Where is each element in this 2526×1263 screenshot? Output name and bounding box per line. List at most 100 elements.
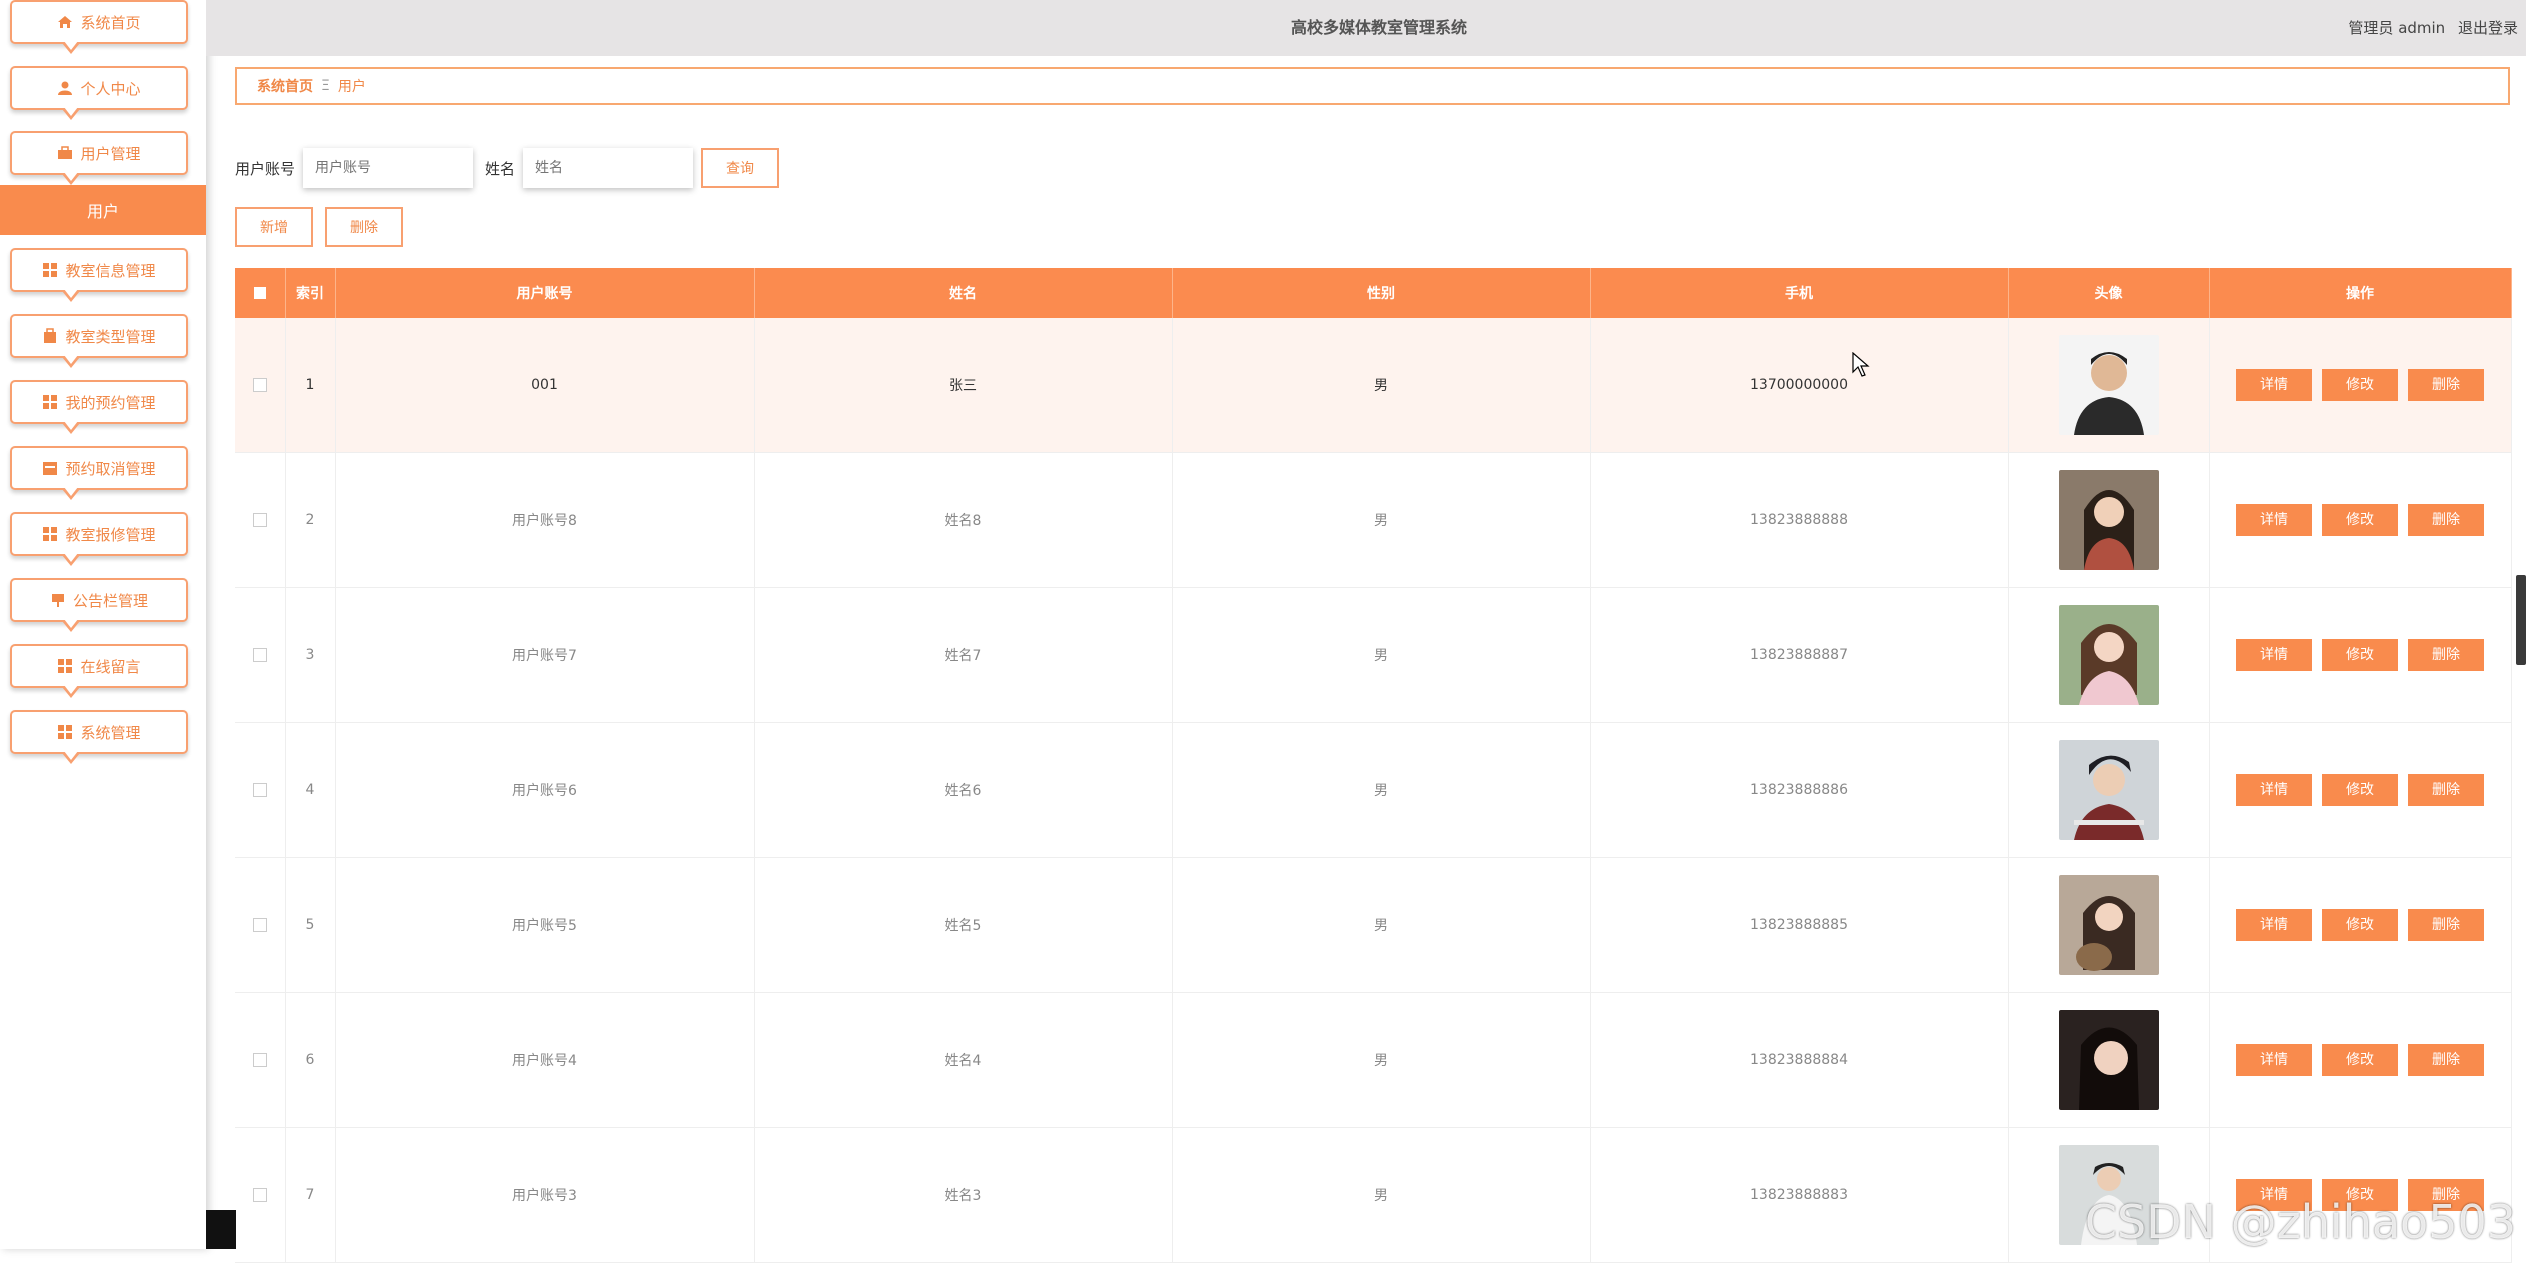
cell-account: 用户账号4 <box>335 992 755 1128</box>
sidebar-item-messages[interactable]: 在线留言 <box>10 644 188 698</box>
edit-button[interactable]: 修改 <box>2322 909 2398 941</box>
cell-phone: 13823888888 <box>1590 452 2009 588</box>
sidebar-item-profile[interactable]: 个人中心 <box>10 66 188 120</box>
cell-phone: 13823888887 <box>1590 587 2009 723</box>
row-checkbox[interactable] <box>235 318 286 453</box>
row-checkbox[interactable] <box>235 992 286 1128</box>
cell-name: 姓名3 <box>754 1127 1173 1263</box>
account-search-input[interactable] <box>303 148 474 188</box>
batch-delete-button[interactable]: 删除 <box>325 207 403 247</box>
cell-operations: 详情 修改 删除 <box>2209 992 2512 1128</box>
logout-link[interactable]: 退出登录 <box>2458 19 2518 37</box>
cell-gender: 男 <box>1172 318 1591 453</box>
sidebar-item-label: 个人中心 <box>80 79 141 98</box>
cell-index: 4 <box>285 722 336 858</box>
row-checkbox[interactable] <box>235 587 286 723</box>
cell-avatar <box>2008 722 2210 858</box>
bag-icon <box>42 328 58 344</box>
sidebar-item-notice[interactable]: 公告栏管理 <box>10 578 188 632</box>
board-icon <box>50 592 66 608</box>
cell-phone: 13823888883 <box>1590 1127 2009 1263</box>
add-button[interactable]: 新增 <box>235 207 313 247</box>
watermark: CSDN @zhihao503 <box>2084 1195 2516 1249</box>
delete-button[interactable]: 删除 <box>2408 774 2484 806</box>
cell-gender: 男 <box>1172 452 1591 588</box>
edit-button[interactable]: 修改 <box>2322 504 2398 536</box>
delete-button[interactable]: 删除 <box>2408 639 2484 671</box>
row-checkbox[interactable] <box>235 452 286 588</box>
select-all-checkbox[interactable] <box>235 268 286 318</box>
delete-button[interactable]: 删除 <box>2408 369 2484 401</box>
cell-index: 7 <box>285 1127 336 1263</box>
sidebar-item-system[interactable]: 系统管理 <box>10 710 188 764</box>
sidebar-item-classroom-info[interactable]: 教室信息管理 <box>10 248 188 302</box>
name-label: 姓名 <box>485 159 516 178</box>
mouse-cursor-icon <box>1852 352 1870 377</box>
cell-account: 用户账号7 <box>335 587 755 723</box>
sidebar-item-booking-cancel[interactable]: 预约取消管理 <box>10 446 188 500</box>
table-row[interactable]: 6 用户账号4 姓名4 男 13823888884 详情 修改 删除 <box>235 992 2512 1128</box>
sidebar-item-label: 教室信息管理 <box>65 261 156 280</box>
avatar <box>2058 875 2159 975</box>
query-button[interactable]: 查询 <box>701 148 780 188</box>
user-table: 索引 用户账号 姓名 性别 手机 头像 操作 1 001 张三 男 137000… <box>235 268 2512 1263</box>
cell-phone: 13823888884 <box>1590 992 2009 1128</box>
detail-button[interactable]: 详情 <box>2236 1044 2312 1076</box>
table-header-row: 索引 用户账号 姓名 性别 手机 头像 操作 <box>235 268 2512 318</box>
cell-operations: 详情 修改 删除 <box>2209 452 2512 588</box>
row-checkbox[interactable] <box>235 722 286 858</box>
app-title: 高校多媒体教室管理系统 <box>1291 18 1468 37</box>
col-name: 姓名 <box>754 268 1173 318</box>
scrollbar-thumb[interactable] <box>2516 575 2526 665</box>
bottom-bar <box>206 1210 236 1249</box>
cell-operations: 详情 修改 删除 <box>2209 587 2512 723</box>
sidebar-item-classroom-type[interactable]: 教室类型管理 <box>10 314 188 368</box>
sidebar-item-home[interactable]: 系统首页 <box>10 0 188 54</box>
detail-button[interactable]: 详情 <box>2236 504 2312 536</box>
user-area: 管理员 admin 退出登录 <box>2340 0 2518 56</box>
detail-button[interactable]: 详情 <box>2236 909 2312 941</box>
delete-button[interactable]: 删除 <box>2408 909 2484 941</box>
cell-gender: 男 <box>1172 1127 1591 1263</box>
sidebar-submenu-user[interactable]: 用户 <box>0 185 206 235</box>
cell-phone: 13823888886 <box>1590 722 2009 858</box>
col-operations: 操作 <box>2209 268 2512 318</box>
delete-button[interactable]: 删除 <box>2408 1044 2484 1076</box>
cell-avatar <box>2008 452 2210 588</box>
edit-button[interactable]: 修改 <box>2322 639 2398 671</box>
cell-avatar <box>2008 992 2210 1128</box>
detail-button[interactable]: 详情 <box>2236 369 2312 401</box>
sidebar-item-label: 在线留言 <box>80 657 141 676</box>
detail-button[interactable]: 详情 <box>2236 639 2312 671</box>
cell-index: 6 <box>285 992 336 1128</box>
cell-index: 2 <box>285 452 336 588</box>
cell-gender: 男 <box>1172 722 1591 858</box>
name-search-input[interactable] <box>523 148 694 188</box>
cell-name: 姓名5 <box>754 857 1173 993</box>
row-checkbox[interactable] <box>235 857 286 993</box>
sidebar-item-users[interactable]: 用户管理 <box>10 131 188 185</box>
table-row[interactable]: 1 001 张三 男 13700000000 详情 修改 删除 <box>235 318 2512 453</box>
cell-name: 姓名8 <box>754 452 1173 588</box>
delete-button[interactable]: 删除 <box>2408 504 2484 536</box>
briefcase-icon <box>57 145 73 161</box>
breadcrumb-home[interactable]: 系统首页 <box>257 76 313 96</box>
row-checkbox[interactable] <box>235 1127 286 1263</box>
col-gender: 性别 <box>1172 268 1591 318</box>
detail-button[interactable]: 详情 <box>2236 774 2312 806</box>
user-label: 管理员 admin <box>2348 19 2446 37</box>
sidebar-item-my-booking[interactable]: 我的预约管理 <box>10 380 188 434</box>
table-row[interactable]: 2 用户账号8 姓名8 男 13823888888 详情 修改 删除 <box>235 452 2512 588</box>
table-row[interactable]: 3 用户账号7 姓名7 男 13823888887 详情 修改 删除 <box>235 587 2512 723</box>
table-row[interactable]: 4 用户账号6 姓名6 男 13823888886 详情 修改 删除 <box>235 722 2512 858</box>
edit-button[interactable]: 修改 <box>2322 1044 2398 1076</box>
edit-button[interactable]: 修改 <box>2322 774 2398 806</box>
sidebar-item-repair[interactable]: 教室报修管理 <box>10 512 188 566</box>
grid-icon <box>42 526 58 542</box>
avatar <box>2058 605 2159 705</box>
avatar <box>2058 470 2159 570</box>
top-header: 高校多媒体教室管理系统 管理员 admin 退出登录 <box>206 0 2526 56</box>
avatar <box>2058 740 2159 840</box>
edit-button[interactable]: 修改 <box>2322 369 2398 401</box>
table-row[interactable]: 5 用户账号5 姓名5 男 13823888885 详情 修改 删除 <box>235 857 2512 993</box>
